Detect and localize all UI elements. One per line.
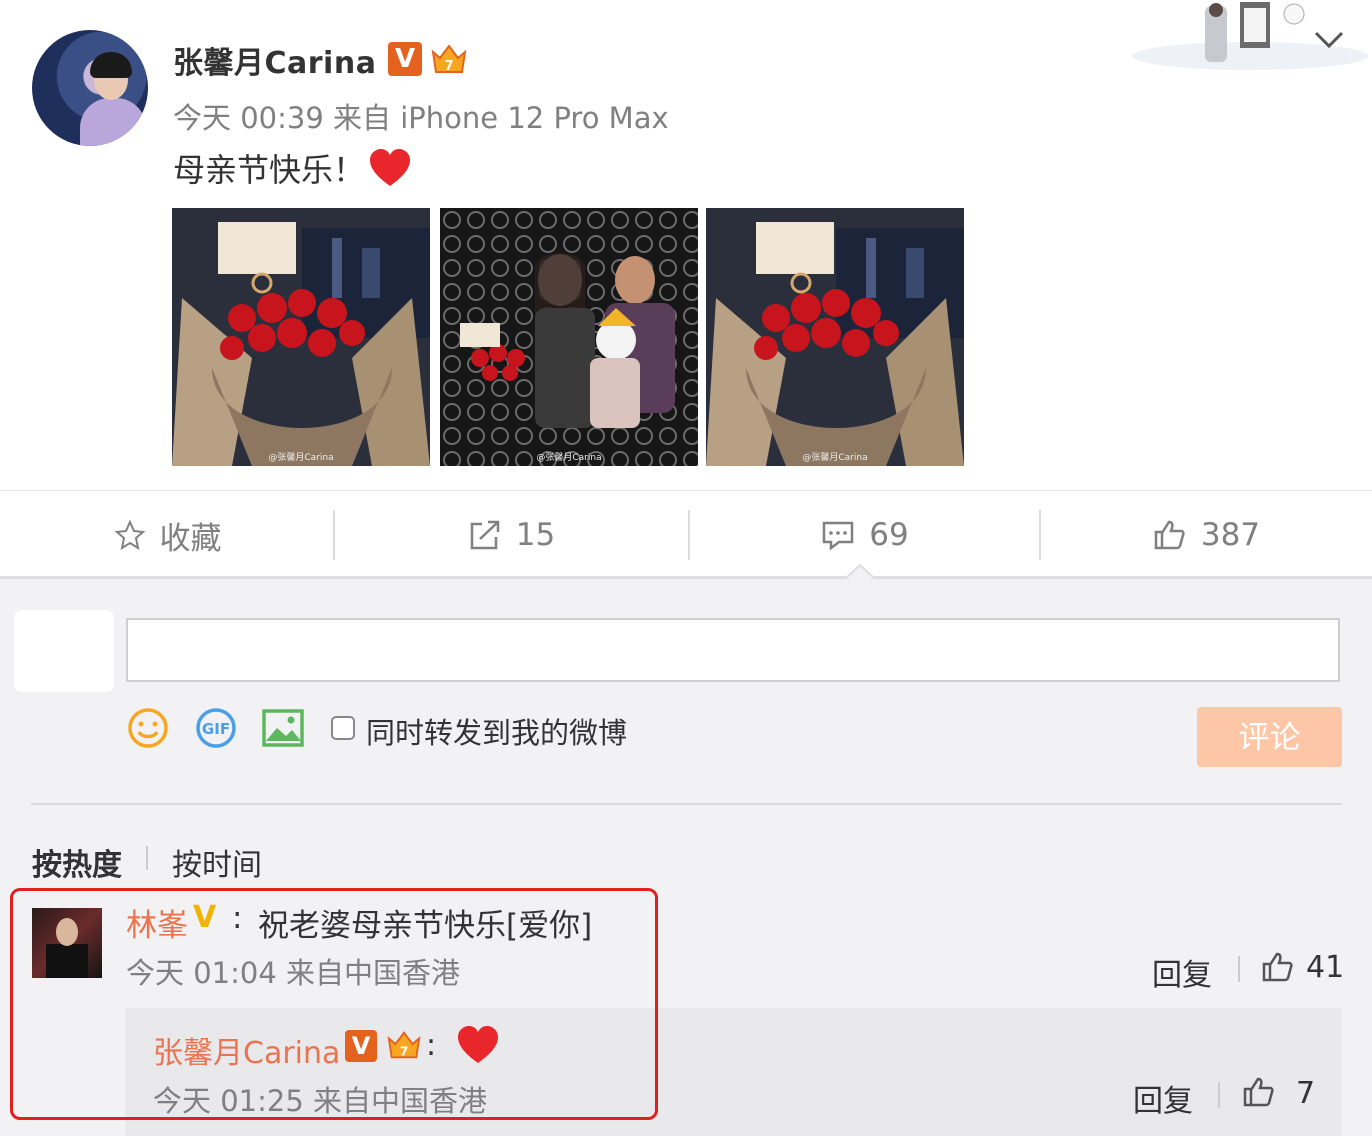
thumbs-up-icon[interactable] [1242,1075,1276,1109]
photo-watermark: @张馨月Carina [536,453,602,463]
post-photo-1[interactable]: @张馨月Carina [172,208,430,466]
post-photo-3[interactable]: @张馨月Carina [706,208,964,466]
thumbs-up-icon [1154,520,1185,550]
repost-icon [470,520,500,550]
separator [1218,1082,1220,1108]
forward-checkbox[interactable] [331,716,355,740]
sort-separator [146,846,148,870]
submit-comment-button[interactable]: 评论 [1197,707,1342,767]
active-tab-caret [845,564,875,580]
thumbs-up-icon[interactable] [1261,950,1295,984]
favorite-button[interactable]: 收藏 [0,500,335,570]
divider [31,803,1342,805]
comment-button[interactable]: 69 [690,500,1040,570]
image-icon[interactable] [261,706,305,750]
comment-input[interactable] [126,618,1340,682]
author-name[interactable]: 张馨月Carina [173,38,376,82]
post-photo-2[interactable]: @张馨月Carina [440,208,698,466]
comment-like-count: 41 [1306,950,1345,985]
highlight-annotation [10,888,658,1120]
post-text: 母亲节快乐！ [173,151,366,189]
reply-button[interactable]: 回复 [1152,950,1212,994]
like-count: 387 [1200,517,1261,553]
separator [1238,956,1240,982]
smiley-icon[interactable] [126,706,170,750]
sort-by-time[interactable]: 按时间 [172,840,262,884]
sort-by-hot[interactable]: 按热度 [32,840,122,884]
gif-icon[interactable]: GIF [194,706,238,750]
chevron-down-icon[interactable] [1312,22,1346,56]
vip-crown-icon: 7 [431,44,467,74]
forward-label: 同时转发到我的微博 [366,716,628,750]
photo-watermark: @张馨月Carina [268,453,334,463]
my-avatar[interactable] [14,610,114,692]
comment-icon [823,521,854,551]
svg-text:7: 7 [444,59,453,74]
comment-count: 69 [869,517,909,553]
repost-button[interactable]: 15 [335,500,688,570]
author-avatar[interactable] [32,30,148,146]
star-icon [114,519,145,551]
favorite-label: 收藏 [159,520,222,557]
verified-badge: V [388,42,422,76]
reply-button[interactable]: 回复 [1133,1076,1193,1120]
like-button[interactable]: 387 [1041,500,1372,570]
heart-icon [370,149,410,186]
svg-text:GIF: GIF [202,720,230,738]
post-meta: 今天 00:39 来自 iPhone 12 Pro Max [173,101,669,135]
divider [0,490,1372,491]
photo-watermark: @张馨月Carina [802,453,868,463]
repost-count: 15 [515,517,556,553]
reply-like-count: 7 [1296,1076,1316,1111]
